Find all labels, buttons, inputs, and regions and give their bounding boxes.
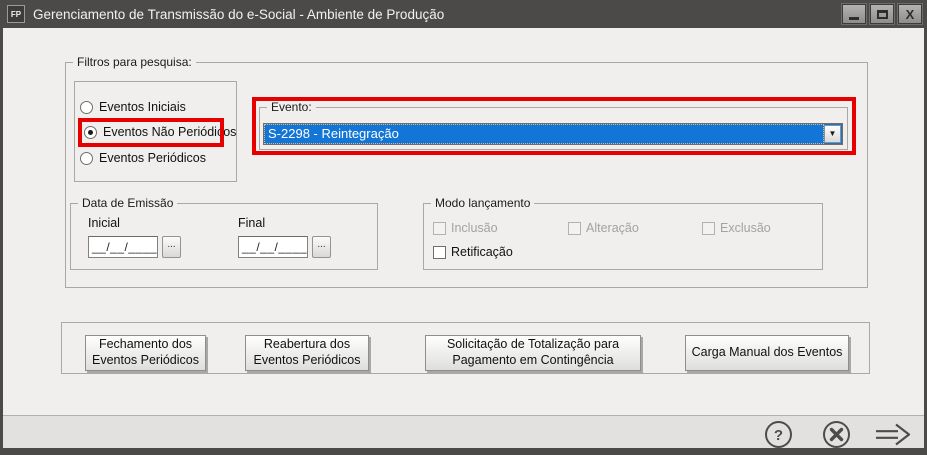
checkbox-label: Inclusão [451,221,498,235]
inicial-label: Inicial [88,216,120,230]
svg-text:?: ? [774,427,783,444]
radio-eventos-iniciais[interactable]: Eventos Iniciais [80,100,186,114]
checkbox-alteracao: Alteração [568,221,639,235]
evento-combobox[interactable]: S-2298 - Reintegração ▼ [263,123,843,145]
radio-label: Eventos Iniciais [99,100,186,114]
checkbox-exclusao: Exclusão [702,221,771,235]
radio-eventos-periodicos[interactable]: Eventos Periódicos [80,151,206,165]
checkbox-label: Exclusão [720,221,771,235]
filters-group-label: Filtros para pesquisa: [73,55,196,69]
proceed-button[interactable] [874,422,912,447]
checkbox-icon [702,222,715,235]
carga-manual-eventos-button[interactable]: Carga Manual dos Eventos [685,335,849,371]
checkbox-inclusao: Inclusão [433,221,498,235]
checkbox-retificacao[interactable]: Retificação [433,245,513,259]
minimize-button[interactable] [842,4,866,24]
help-button[interactable]: ? [764,420,793,449]
evento-group-label: Evento: [267,100,316,114]
checkbox-label: Alteração [586,221,639,235]
evento-dropdown-button[interactable]: ▼ [824,125,841,143]
reabertura-eventos-periodicos-button[interactable]: Reabertura dos Eventos Periódicos [245,335,369,371]
minimize-icon [849,17,859,20]
final-browse-button[interactable]: ... [312,236,331,258]
modo-lancamento-groupbox: Modo lançamento [423,203,823,270]
window-title: Gerenciamento de Transmissão do e-Social… [33,7,444,22]
maximize-icon [877,10,888,19]
final-date-input[interactable]: __/__/____ [238,236,308,258]
final-label: Final [238,216,265,230]
fechamento-eventos-periodicos-button[interactable]: Fechamento dos Eventos Periódicos [85,335,206,371]
checkbox-label: Retificação [451,245,513,259]
checkbox-icon [433,246,446,259]
inicial-date-input[interactable]: __/__/____ [88,236,158,258]
radio-label: Eventos Periódicos [99,151,206,165]
proceed-arrow-icon [874,422,912,447]
data-emissao-group-label: Data de Emissão [78,196,177,210]
evento-selected-option: S-2298 - Reintegração [264,124,824,144]
radio-icon [80,152,93,165]
titlebar: FP Gerenciamento de Transmissão do e-Soc… [0,0,927,28]
cancel-button[interactable] [822,420,851,449]
radio-label: Eventos Não Periódicos [103,125,236,139]
chevron-down-icon: ▼ [829,130,837,138]
close-icon: X [906,8,915,21]
maximize-button[interactable] [870,4,894,24]
cancel-icon [822,420,851,449]
radio-icon-selected [84,126,97,139]
checkbox-icon [568,222,581,235]
app-icon: FP [7,5,25,23]
radio-eventos-nao-periodicos[interactable]: Eventos Não Periódicos [84,125,236,139]
checkbox-icon [433,222,446,235]
help-icon: ? [764,420,793,449]
radio-icon [80,101,93,114]
modo-lancamento-group-label: Modo lançamento [431,196,534,210]
app-window: FP Gerenciamento de Transmissão do e-Soc… [0,0,927,455]
inicial-browse-button[interactable]: ... [162,236,181,258]
close-button[interactable]: X [898,4,922,24]
solicitacao-totalizacao-button[interactable]: Solicitação de Totalização para Pagament… [425,335,641,371]
